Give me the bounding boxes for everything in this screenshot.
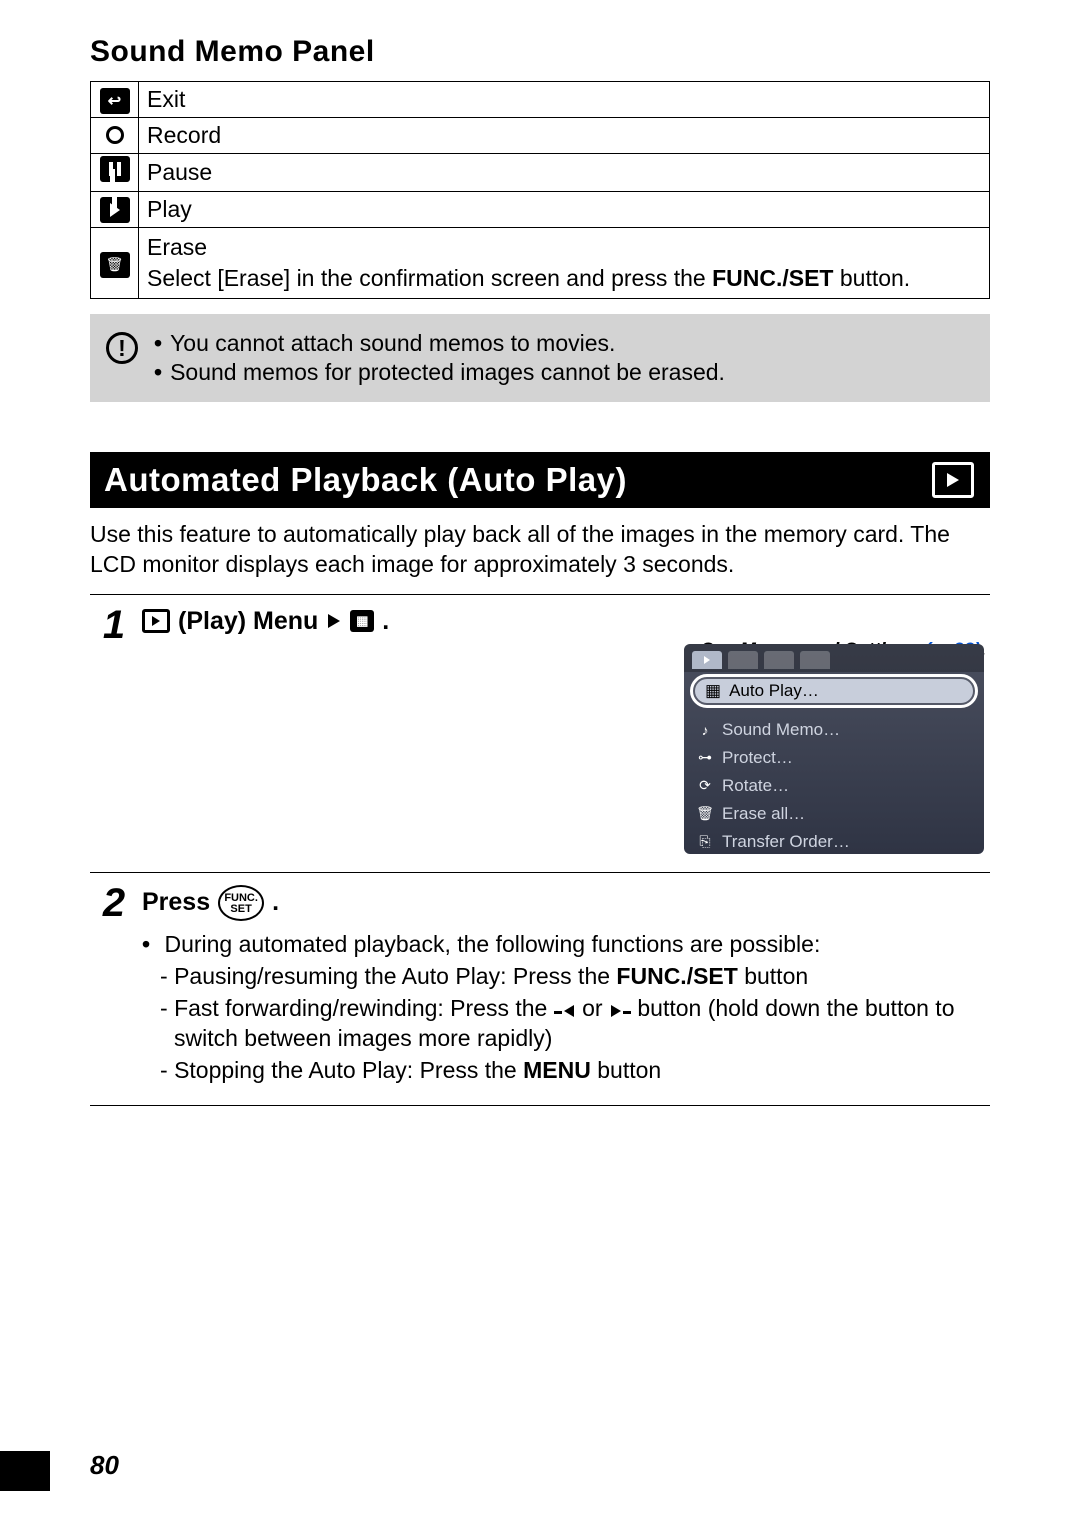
lcd-row: ⊶Protect… bbox=[684, 744, 984, 772]
step-1: 1 (Play) Menu ▦ . See Menus and Settings… bbox=[90, 595, 990, 873]
sound-memo-heading: Sound Memo Panel bbox=[90, 35, 990, 69]
page: Sound Memo Panel ↩ Exit Record Pause bbox=[0, 0, 1080, 1521]
lcd-tab-play-icon bbox=[692, 651, 722, 669]
table-row: Record bbox=[91, 118, 990, 154]
playback-mode-icon bbox=[932, 462, 974, 498]
step-2-bullets: During automated playback, the following… bbox=[142, 931, 986, 1086]
erase-cell: Erase Select [Erase] in the confirmation… bbox=[139, 228, 990, 299]
important-note: ! You cannot attach sound memos to movie… bbox=[90, 314, 990, 402]
lcd-row: ⎘Transfer Order… bbox=[684, 828, 984, 854]
exit-label: Exit bbox=[139, 82, 990, 118]
erase-icon: 🗑 bbox=[100, 252, 130, 278]
section-header: Automated Playback (Auto Play) bbox=[90, 452, 990, 508]
table-row: 🗑 Erase Select [Erase] in the confirmati… bbox=[91, 228, 990, 299]
lcd-row: ⟳Rotate… bbox=[684, 772, 984, 800]
step-number: 1 bbox=[90, 595, 138, 872]
autoplay-row-icon: ▦ bbox=[705, 681, 721, 701]
record-label: Record bbox=[139, 118, 990, 154]
lcd-tab-icon bbox=[800, 651, 830, 669]
play-menu-icon bbox=[142, 609, 170, 633]
table-row: Play bbox=[91, 192, 990, 228]
nav-arrow-icon bbox=[328, 614, 340, 628]
step-number: 2 bbox=[90, 873, 138, 1106]
exclamation-icon: ! bbox=[106, 332, 138, 364]
section-title: Automated Playback (Auto Play) bbox=[104, 461, 627, 499]
side-tab bbox=[0, 1451, 50, 1491]
lcd-row: ♪Sound Memo… bbox=[684, 716, 984, 744]
rotate-row-icon: ⟳ bbox=[696, 777, 714, 794]
sound-memo-row-icon: ♪ bbox=[696, 722, 714, 738]
pause-label: Pause bbox=[139, 154, 990, 192]
erase-description: Select [Erase] in the confirmation scree… bbox=[147, 263, 981, 294]
exit-icon: ↩ bbox=[100, 88, 130, 114]
note-list: You cannot attach sound memos to movies.… bbox=[154, 328, 725, 388]
erase-all-row-icon: 🗑 bbox=[696, 805, 714, 822]
lcd-highlight: ▦ Auto Play… bbox=[690, 674, 978, 708]
steps-table: 1 (Play) Menu ▦ . See Menus and Settings… bbox=[90, 594, 990, 1107]
step-2-heading: Press FUNC. SET . bbox=[142, 885, 986, 921]
protect-row-icon: ⊶ bbox=[696, 749, 714, 766]
record-icon bbox=[100, 122, 130, 148]
lcd-tab-icon bbox=[728, 651, 758, 669]
section-intro: Use this feature to automatically play b… bbox=[90, 520, 990, 580]
dash-item: Stopping the Auto Play: Press the MENU b… bbox=[160, 1056, 986, 1086]
step-1-heading: (Play) Menu ▦ . bbox=[142, 607, 986, 636]
pause-icon bbox=[100, 156, 130, 182]
lcd-row: 🗑Erase all… bbox=[684, 800, 984, 828]
lcd-menu-screenshot: ▦ Auto Play… ♪Sound Memo… ⊶Protect… ⟳Rot… bbox=[684, 644, 984, 854]
bullet-item: During automated playback, the following… bbox=[142, 931, 986, 1086]
lcd-tab-icon bbox=[764, 651, 794, 669]
step-2: 2 Press FUNC. SET . During automated pla… bbox=[90, 873, 990, 1107]
page-number: 80 bbox=[90, 1450, 119, 1481]
func-set-button-icon: FUNC. SET bbox=[218, 885, 264, 921]
table-row: ↩ Exit bbox=[91, 82, 990, 118]
dash-item: Fast forwarding/rewinding: Press the or … bbox=[160, 994, 986, 1054]
note-item: You cannot attach sound memos to movies. bbox=[154, 330, 725, 357]
play-label: Play bbox=[139, 192, 990, 228]
sound-memo-table: ↩ Exit Record Pause Play bbox=[90, 81, 990, 299]
erase-title: Erase bbox=[147, 232, 981, 263]
table-row: Pause bbox=[91, 154, 990, 192]
right-arrow-icon bbox=[611, 1005, 621, 1017]
left-arrow-icon bbox=[564, 1005, 574, 1017]
note-item: Sound memos for protected images cannot … bbox=[154, 359, 725, 386]
dash-item: Pausing/resuming the Auto Play: Press th… bbox=[160, 962, 986, 992]
transfer-row-icon: ⎘ bbox=[696, 833, 714, 850]
lcd-item-autoplay: Auto Play… bbox=[729, 681, 819, 701]
autoplay-icon: ▦ bbox=[350, 610, 374, 632]
